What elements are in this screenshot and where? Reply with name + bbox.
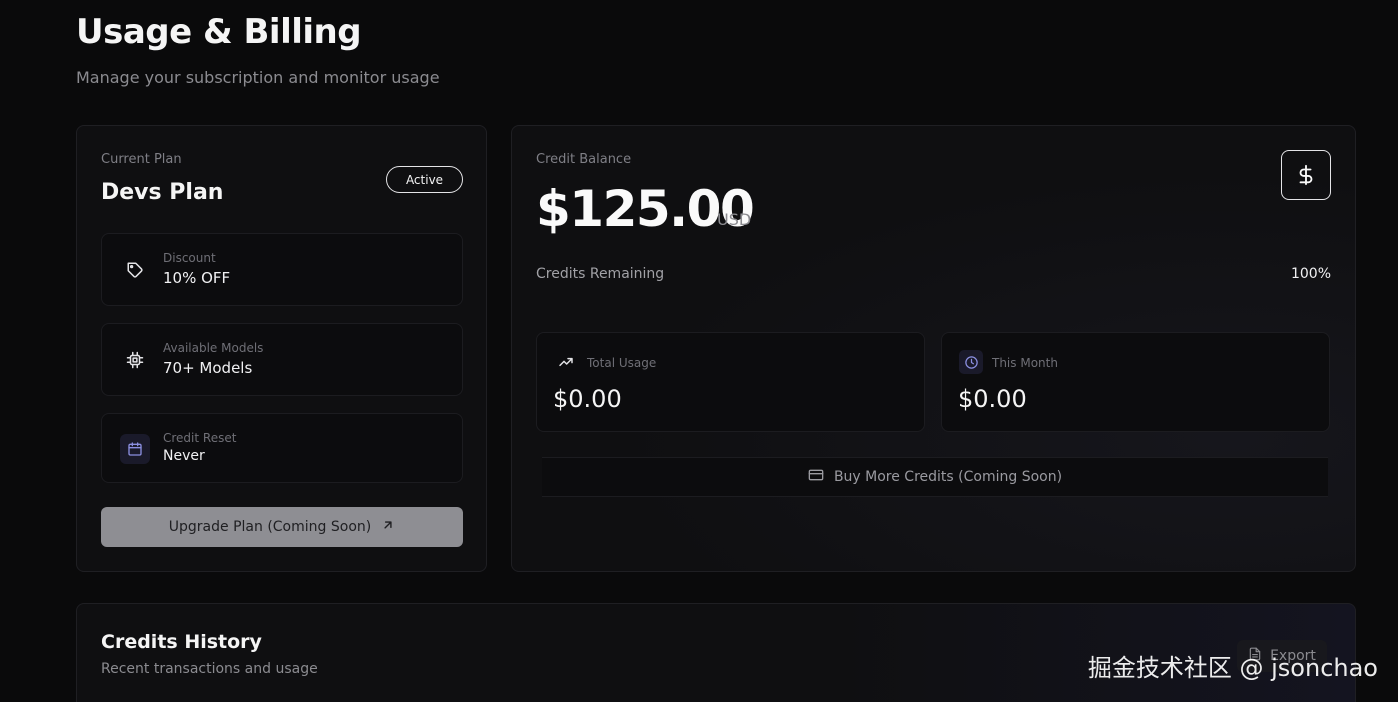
history-title: Credits History [101, 631, 262, 653]
upgrade-plan-label: Upgrade Plan (Coming Soon) [168, 519, 372, 535]
feature-label: Discount [163, 251, 216, 265]
billing-page: Usage & Billing Manage your subscription… [0, 0, 1398, 702]
stat-total-usage: Total Usage $0.00 [536, 332, 925, 432]
clock-icon [959, 350, 983, 374]
feature-credit-reset: Credit Reset Never [101, 413, 463, 483]
stat-value: $0.00 [958, 385, 1027, 413]
page-title: Usage & Billing [76, 12, 362, 52]
current-plan-label: Current Plan [101, 152, 182, 167]
stat-label: Total Usage [587, 356, 657, 370]
tag-icon [120, 255, 150, 285]
credits-remaining-percent: 100% [1290, 266, 1331, 282]
stat-this-month: This Month $0.00 [941, 332, 1330, 432]
feature-models: Available Models 70+ Models [101, 323, 463, 396]
feature-label: Available Models [163, 341, 264, 355]
cpu-chip-icon [120, 345, 150, 375]
current-plan-card: Current Plan Devs Plan Active Discount 1… [76, 125, 487, 572]
credits-remaining-label: Credits Remaining [536, 266, 665, 282]
status-badge: Active [386, 166, 463, 193]
buy-credits-label: Buy More Credits (Coming Soon) [833, 469, 1063, 485]
feature-discount: Discount 10% OFF [101, 233, 463, 306]
plan-name: Devs Plan [101, 180, 224, 205]
credit-card-icon [808, 467, 824, 487]
credit-balance-label: Credit Balance [536, 152, 632, 167]
watermark: 掘金技术社区 @ jsonchao [1087, 654, 1378, 682]
history-subtitle: Recent transactions and usage [101, 661, 318, 677]
page-subtitle: Manage your subscription and monitor usa… [76, 68, 440, 87]
feature-value: 70+ Models [163, 359, 253, 377]
upgrade-plan-button[interactable]: Upgrade Plan (Coming Soon) [101, 507, 463, 547]
feature-value: Never [163, 448, 205, 464]
stat-value: $0.00 [553, 385, 622, 413]
buy-credits-button[interactable]: Buy More Credits (Coming Soon) [542, 457, 1328, 497]
feature-label: Credit Reset [163, 431, 237, 445]
arrow-up-right-icon [381, 518, 395, 536]
balance-amount: $125.00 [536, 180, 755, 238]
calendar-icon [120, 434, 150, 464]
trending-up-icon [554, 350, 578, 374]
credit-balance-card: Credit Balance $125.00 USD Credits Remai… [511, 125, 1356, 572]
dollar-icon [1281, 150, 1331, 200]
stat-label: This Month [992, 356, 1058, 370]
feature-value: 10% OFF [163, 269, 231, 287]
balance-currency: USD [717, 210, 752, 229]
